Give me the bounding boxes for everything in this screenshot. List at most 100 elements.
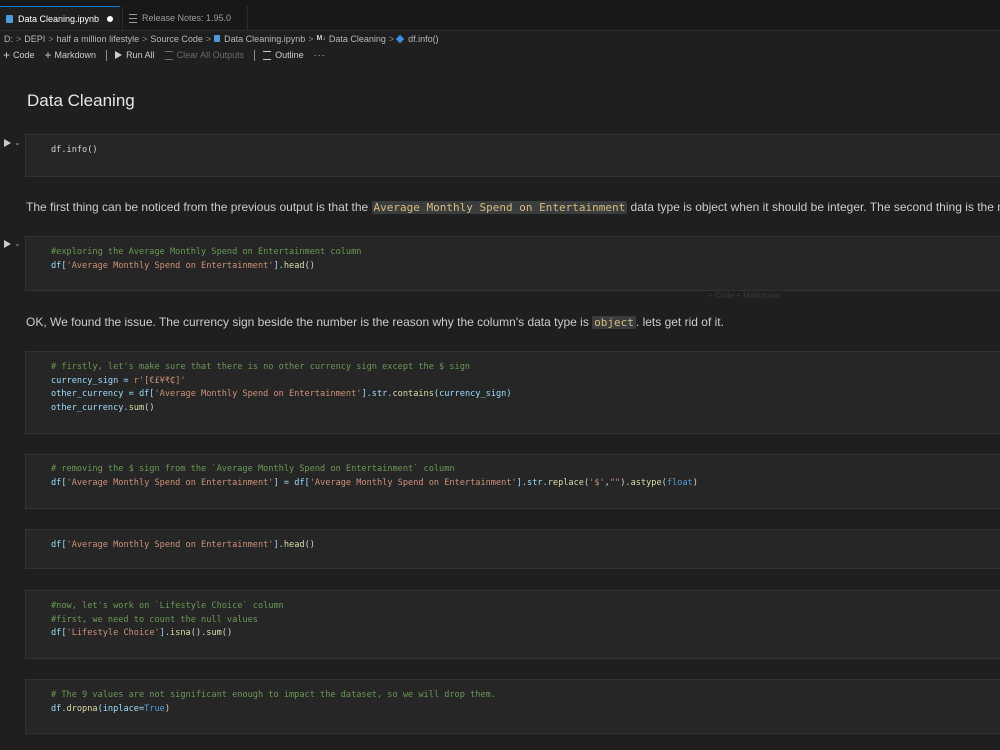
markdown-text: data type is object when it should be in… [627, 200, 1000, 214]
code-function: head [283, 540, 305, 550]
breadcrumb-folder-source[interactable]: Source Code [150, 34, 203, 44]
code-token: ] = df[ [273, 477, 310, 488]
code-comment: #exploring the Average Monthly Spend on … [51, 247, 362, 257]
run-icon [4, 138, 11, 147]
code-cell[interactable]: # The 9 values are not significant enoug… [25, 679, 1000, 734]
code-token: df[ [51, 540, 67, 550]
markdown-cell: OK, We found the issue. The currency sig… [26, 315, 724, 329]
code-token: () [221, 628, 233, 639]
code-function: isna [170, 628, 191, 639]
code-line: df.info() [51, 144, 98, 158]
code-token: df[ [51, 260, 67, 271]
code-cell[interactable]: df['Average Monthly Spend on Entertainme… [25, 529, 1000, 569]
breadcrumb-folder-lifestyle[interactable]: half a million lifestyle [57, 34, 140, 44]
add-cell-hint: + Code + Markdown [708, 291, 781, 300]
run-cell-button[interactable]: ⌄ [4, 138, 21, 147]
code-string: '$' [589, 477, 605, 488]
outline-label: Outline [275, 50, 304, 60]
code-block: #exploring the Average Monthly Spend on … [51, 246, 361, 273]
code-token: () [304, 540, 315, 550]
toolbar-divider [106, 49, 108, 61]
run-icon [4, 239, 11, 248]
clear-all-outputs-button[interactable]: Clear All Outputs [164, 50, 244, 60]
code-token: ). [620, 477, 631, 488]
code-string: 'Average Monthly Spend on Entertainment' [154, 389, 362, 400]
outline-icon [263, 50, 272, 60]
tab-data-cleaning[interactable]: Data Cleaning.ipynb [0, 6, 120, 30]
more-actions-button[interactable]: ··· [314, 50, 326, 60]
code-cell[interactable]: #now, let's work on `Lifestyle Choice` c… [25, 590, 1000, 659]
code-comment: # firstly, let's make sure that there is… [51, 362, 471, 372]
markdown-text: The first thing can be noticed from the … [26, 200, 372, 214]
code-function: contains [392, 389, 434, 400]
code-string: 'Average Monthly Spend on Entertainment' [66, 260, 274, 271]
code-token: (). [190, 628, 207, 639]
chevron-right-icon: > [48, 33, 54, 44]
code-token: (currency_sign) [433, 389, 512, 400]
code-token: df. [51, 703, 67, 714]
unsaved-dot-icon[interactable] [107, 15, 114, 22]
editor-tab-bar: Data Cleaning.ipynb Release Notes: 1.95.… [0, 6, 1000, 31]
chevron-down-icon: ⌄ [14, 239, 21, 248]
add-code-button[interactable]: + Code [3, 49, 35, 61]
breadcrumb-folder-depi[interactable]: DEPI [24, 34, 45, 44]
code-string: "" [609, 477, 621, 488]
markdown-text: . lets get rid of it. [635, 315, 724, 329]
breadcrumb: D: > DEPI > half a million lifestyle > S… [0, 31, 1000, 46]
code-function: head [283, 260, 305, 271]
run-cell-button[interactable]: ⌄ [4, 239, 21, 248]
notebook-icon [214, 35, 221, 42]
code-token: ].str. [361, 389, 393, 400]
code-function: dropna [66, 703, 98, 714]
code-function: sum [206, 628, 222, 639]
code-comment: # The 9 values are not significant enoug… [51, 690, 496, 700]
code-token: other_currency. [51, 402, 129, 413]
code-cell[interactable]: #exploring the Average Monthly Spend on … [25, 236, 1000, 291]
code-keyword: True [144, 703, 165, 714]
code-function: replace [547, 477, 584, 488]
breadcrumb-file[interactable]: Data Cleaning.ipynb [224, 34, 305, 44]
code-comment: #first, we need to count the null values [51, 614, 258, 625]
run-all-button[interactable]: Run All [115, 50, 155, 60]
code-string: 'Average Monthly Spend on Entertainment' [66, 540, 274, 550]
chevron-right-icon: > [308, 33, 314, 44]
clear-outputs-icon [164, 50, 173, 60]
markdown-cell: The first thing can be noticed from the … [26, 200, 1000, 214]
code-string: r'[€£¥₹₵]' [133, 375, 186, 386]
markdown-text: OK, We found the issue. The currency sig… [26, 315, 593, 329]
breadcrumb-section[interactable]: Data Cleaning [329, 34, 386, 44]
chevron-right-icon: > [388, 33, 395, 44]
code-token: df[ [51, 628, 67, 639]
code-string: 'Lifestyle Choice' [66, 628, 160, 639]
breadcrumb-drive[interactable]: D: [4, 34, 13, 44]
toolbar-divider [254, 49, 256, 61]
code-function: sum [128, 402, 145, 413]
code-block: #now, let's work on `Lifestyle Choice` c… [51, 600, 284, 641]
code-token: currency_sign = [51, 375, 134, 386]
plus-icon: + [44, 48, 52, 62]
breadcrumb-symbol[interactable]: df.info() [408, 34, 439, 44]
inline-code: object [592, 316, 636, 329]
notebook-icon [6, 14, 13, 23]
markdown-icon: M↓ [316, 35, 326, 42]
chevron-down-icon: ⌄ [14, 138, 21, 147]
code-cell[interactable]: # removing the $ sign from the `Average … [25, 454, 1000, 509]
code-string: 'Average Monthly Spend on Entertainment' [309, 477, 517, 488]
run-all-icon [115, 51, 123, 59]
code-token: ]. [273, 260, 284, 271]
add-markdown-label: Markdown [54, 50, 97, 60]
add-markdown-button[interactable]: + Markdown [44, 48, 97, 62]
inline-code: Average Monthly Spend on Entertainment [371, 201, 628, 214]
run-all-label: Run All [126, 50, 155, 60]
tab-label: Data Cleaning.ipynb [18, 13, 100, 24]
code-text: df.info() [51, 145, 98, 155]
code-comment: #now, let's work on `Lifestyle Choice` c… [51, 601, 284, 611]
notebook-heading: Data Cleaning [27, 91, 135, 110]
code-cell[interactable]: df.info() [25, 134, 1000, 177]
code-block: # The 9 values are not significant enoug… [51, 689, 496, 716]
tab-release-notes[interactable]: Release Notes: 1.95.0 [122, 6, 248, 30]
code-cell[interactable]: # firstly, let's make sure that there is… [25, 351, 1000, 434]
code-token: ].str. [516, 477, 548, 488]
outline-button[interactable]: Outline [263, 50, 304, 60]
chevron-right-icon: > [142, 33, 148, 44]
